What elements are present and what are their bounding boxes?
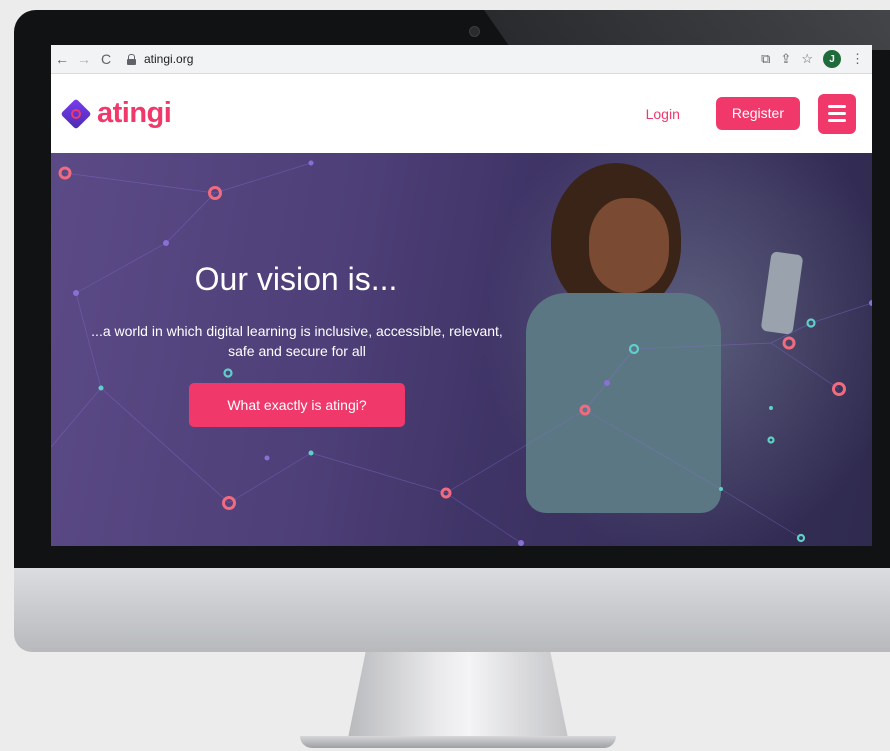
login-link[interactable]: Login [646,106,680,122]
url-text: atingi.org [144,52,194,66]
screen: ← → C atingi.org ⧉ ⇪ ☆ J ⋮ atingi Login … [51,45,872,546]
monitor-chin [14,568,890,652]
header-nav: Login Register [646,74,856,153]
hero-title: Our vision is... [194,261,398,297]
monitor-foot [300,736,616,748]
logo-text: atingi [97,97,172,129]
hero-subtitle-line-2: safe and secure for all [228,343,366,359]
hamburger-line [828,105,846,108]
lock-icon [127,53,136,65]
hero-subtitle-line-1: ...a world in which digital learning is … [91,323,503,339]
logo-diamond-icon [60,97,92,130]
kebab-menu-icon[interactable]: ⋮ [851,51,864,67]
back-icon[interactable]: ← [51,51,73,67]
register-button[interactable]: Register [715,97,800,130]
webcam [469,26,480,37]
site-header: atingi Login Register [51,74,872,153]
what-is-atingi-button[interactable]: What exactly is atingi? [189,383,405,427]
monitor-stand [348,652,568,738]
bezel-glare [484,10,890,50]
translate-icon[interactable]: ⧉ [761,51,770,67]
hero-banner: Our vision is... ...a world in which dig… [51,153,872,546]
bookmark-star-icon[interactable]: ☆ [801,51,813,67]
reload-icon[interactable]: C [95,51,117,67]
hero-subtitle: ...a world in which digital learning is … [51,321,543,361]
profile-avatar[interactable]: J [823,50,841,68]
browser-toolbar: ← → C atingi.org ⧉ ⇪ ☆ J ⋮ [51,45,872,74]
forward-icon[interactable]: → [73,51,95,67]
browser-actions: ⧉ ⇪ ☆ J ⋮ [761,50,864,68]
hamburger-line [828,119,846,122]
hamburger-menu-button[interactable] [818,93,856,134]
site-logo[interactable]: atingi [60,97,172,130]
hamburger-line [828,112,846,115]
share-icon[interactable]: ⇪ [780,51,791,67]
address-bar[interactable]: atingi.org [121,48,761,70]
